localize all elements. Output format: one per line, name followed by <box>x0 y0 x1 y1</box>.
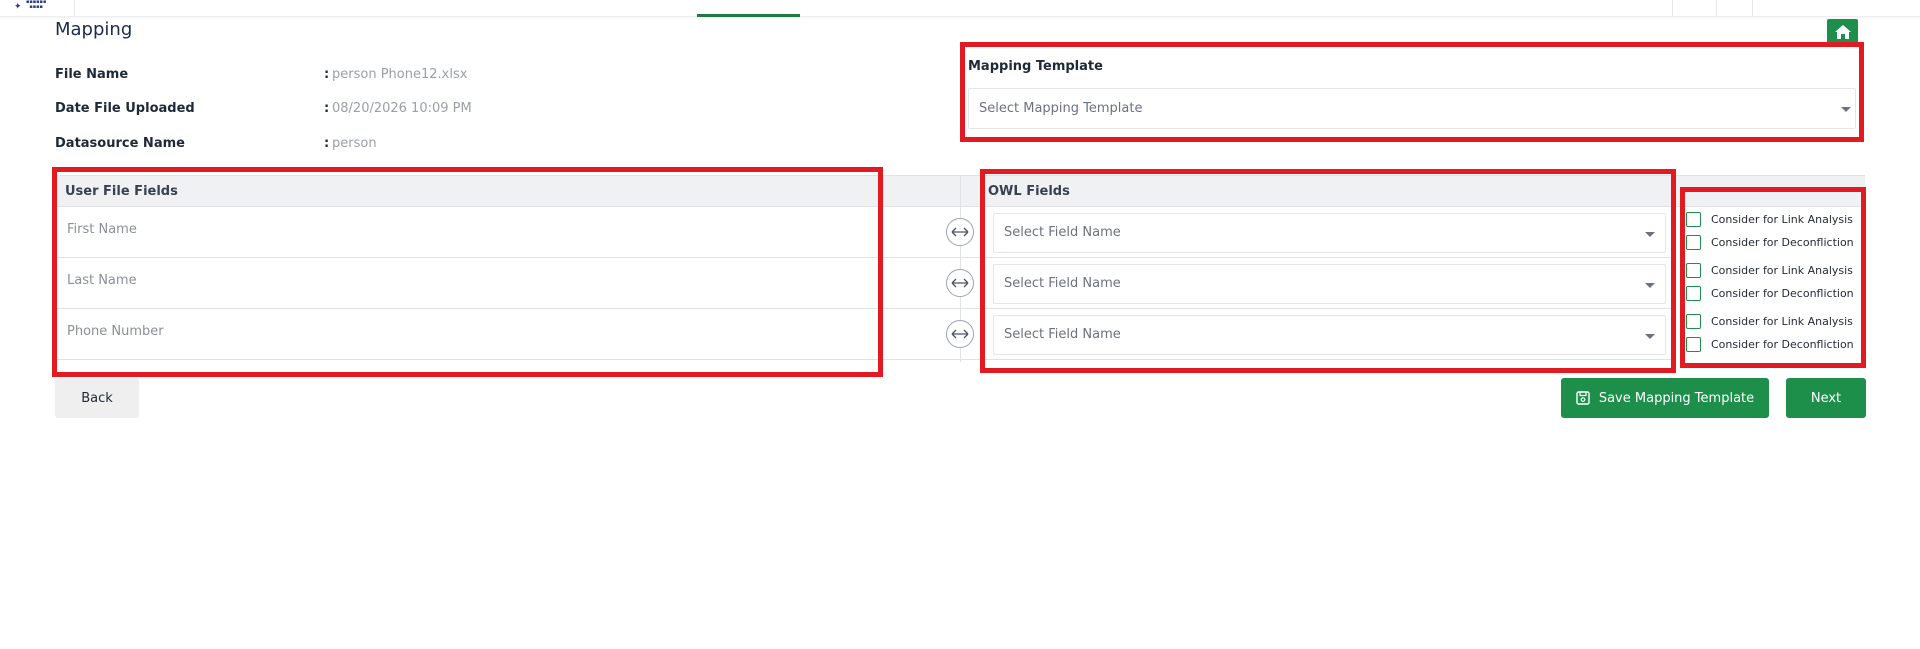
link-analysis-option[interactable]: Consider for Link Analysis <box>1686 314 1853 329</box>
mapping-template-label: Mapping Template <box>968 59 1103 74</box>
user-field-name: Last Name <box>67 273 137 288</box>
separator: : <box>324 67 330 82</box>
back-button-label: Back <box>81 390 113 406</box>
link-analysis-option[interactable]: Consider for Link Analysis <box>1686 212 1853 227</box>
navbar-divider <box>1752 0 1753 16</box>
navbar-divider <box>1716 0 1717 16</box>
caret-down-icon <box>1645 232 1655 237</box>
active-tab-indicator <box>697 14 800 17</box>
link-icon[interactable] <box>946 320 974 348</box>
link-icon[interactable] <box>946 269 974 297</box>
date-uploaded-value: 08/20/2026 10:09 PM <box>332 101 472 116</box>
link-analysis-label: Consider for Link Analysis <box>1711 264 1853 277</box>
save-mapping-template-button[interactable]: Save Mapping Template <box>1561 378 1769 418</box>
top-navbar: ✦ ▪▪▪▪▪▪ ▪▪▪▪ <box>0 0 1920 17</box>
link-icon[interactable] <box>946 218 974 246</box>
link-analysis-checkbox[interactable] <box>1686 212 1701 227</box>
owl-field-select[interactable]: Select Field Name <box>993 264 1666 304</box>
datasource-name-value: person <box>332 136 377 151</box>
bidirectional-arrow-icon <box>951 329 969 339</box>
caret-down-icon <box>1645 283 1655 288</box>
deconfliction-label: Consider for Deconfliction <box>1711 236 1854 249</box>
deconfliction-option[interactable]: Consider for Deconfliction <box>1686 337 1854 352</box>
owl-field-placeholder: Select Field Name <box>1004 276 1121 291</box>
caret-down-icon <box>1841 107 1851 112</box>
bidirectional-arrow-icon <box>951 227 969 237</box>
page-title: Mapping <box>55 19 133 40</box>
deconfliction-label: Consider for Deconfliction <box>1711 338 1854 351</box>
deconfliction-checkbox[interactable] <box>1686 337 1701 352</box>
link-analysis-checkbox[interactable] <box>1686 263 1701 278</box>
bidirectional-arrow-icon <box>951 278 969 288</box>
date-uploaded-label: Date File Uploaded <box>55 101 195 116</box>
file-name-value: person Phone12.xlsx <box>332 67 468 82</box>
owl-fields-header: OWL Fields <box>988 184 1070 199</box>
mapping-template-placeholder: Select Mapping Template <box>979 101 1143 116</box>
home-button[interactable] <box>1827 19 1858 44</box>
user-field-name: First Name <box>67 222 137 237</box>
owl-field-placeholder: Select Field Name <box>1004 327 1121 342</box>
user-file-fields-header: User File Fields <box>65 184 178 199</box>
owl-field-select[interactable]: Select Field Name <box>993 213 1666 253</box>
owl-field-select[interactable]: Select Field Name <box>993 315 1666 355</box>
link-analysis-option[interactable]: Consider for Link Analysis <box>1686 263 1853 278</box>
caret-down-icon <box>1645 334 1655 339</box>
mapping-template-select[interactable]: Select Mapping Template <box>968 88 1856 129</box>
deconfliction-option[interactable]: Consider for Deconfliction <box>1686 235 1854 250</box>
logo-mark-icon: ✦ <box>14 2 22 12</box>
back-button[interactable]: Back <box>55 378 139 418</box>
separator: : <box>324 136 330 151</box>
next-button[interactable]: Next <box>1786 378 1866 418</box>
logo-wordmark: ▪▪▪▪▪▪ ▪▪▪▪ <box>26 0 47 10</box>
link-analysis-label: Consider for Link Analysis <box>1711 315 1853 328</box>
deconfliction-label: Consider for Deconfliction <box>1711 287 1854 300</box>
navbar-divider <box>1672 0 1673 16</box>
next-button-label: Next <box>1810 390 1842 406</box>
user-field-name: Phone Number <box>67 324 164 339</box>
link-analysis-checkbox[interactable] <box>1686 314 1701 329</box>
owl-field-placeholder: Select Field Name <box>1004 225 1121 240</box>
file-name-label: File Name <box>55 67 129 82</box>
home-icon <box>1834 24 1851 39</box>
deconfliction-checkbox[interactable] <box>1686 286 1701 301</box>
deconfliction-checkbox[interactable] <box>1686 235 1701 250</box>
app-logo[interactable]: ✦ ▪▪▪▪▪▪ ▪▪▪▪ <box>0 0 75 16</box>
link-analysis-label: Consider for Link Analysis <box>1711 213 1853 226</box>
save-mapping-template-label: Save Mapping Template <box>1598 390 1755 406</box>
deconfliction-option[interactable]: Consider for Deconfliction <box>1686 286 1854 301</box>
datasource-name-label: Datasource Name <box>55 136 185 151</box>
separator: : <box>324 101 330 116</box>
save-icon <box>1576 391 1590 405</box>
